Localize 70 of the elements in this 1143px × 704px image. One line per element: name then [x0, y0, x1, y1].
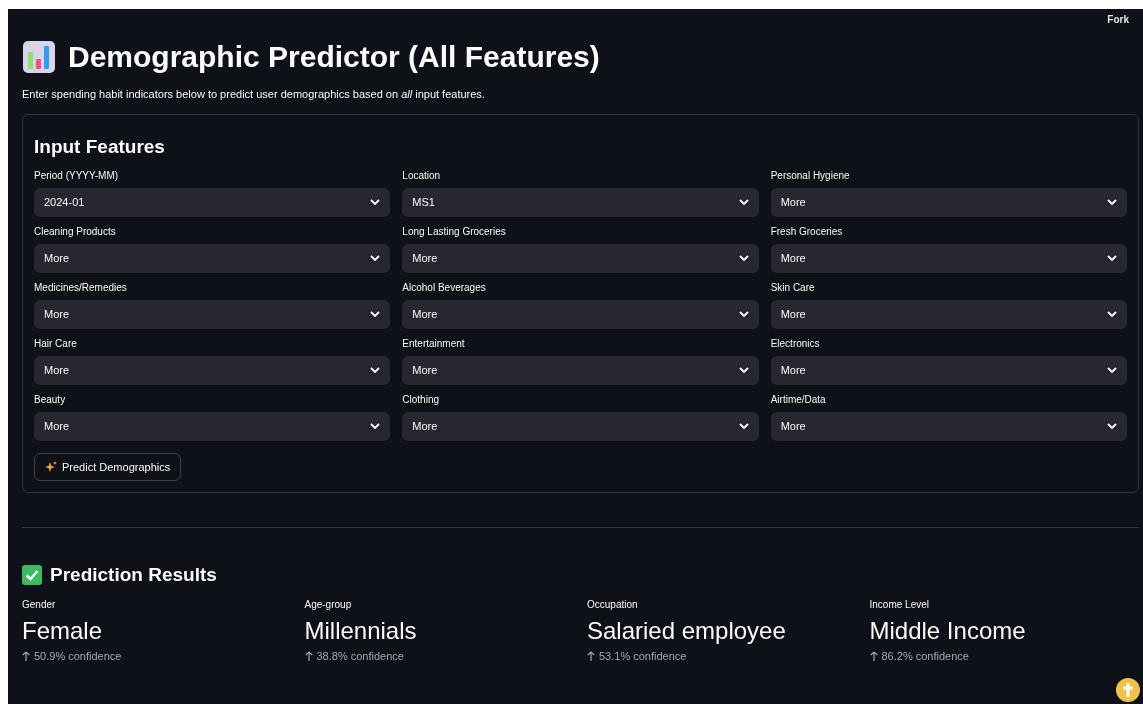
chevron-down-icon — [1107, 198, 1117, 206]
chevron-down-icon — [738, 198, 749, 206]
bar-chart-icon — [22, 39, 56, 74]
page-title: Demographic Predictor (All Features) — [68, 39, 600, 75]
field-label: Hair Care — [34, 336, 78, 351]
chevron-down-icon — [370, 254, 381, 262]
select-field[interactable]: More — [770, 299, 1127, 329]
field-label: Personal Hygiene — [770, 168, 851, 183]
metric-delta: 86.2% confidence — [881, 648, 969, 664]
field-label: Clothing — [402, 392, 441, 407]
subtitle-text: Enter spending habit indicators below to predict user demographics based on all input features. — [22, 86, 486, 102]
section-heading: Input Features — [34, 135, 166, 159]
field-label: Medicines/Remedies — [34, 280, 128, 295]
metric-label: Age-group — [304, 597, 353, 612]
chevron-down-icon — [1107, 310, 1117, 318]
sparkles-icon — [45, 460, 57, 473]
chevron-down-icon — [370, 422, 381, 430]
chevron-down-icon — [370, 198, 381, 206]
select-field[interactable]: More — [770, 411, 1127, 441]
select-field[interactable]: MS1 — [402, 187, 759, 217]
select-field[interactable]: More — [34, 243, 391, 273]
field-label: Entertainment — [402, 336, 466, 351]
select-field[interactable]: More — [34, 299, 391, 329]
field-label: Alcohol Beverages — [402, 280, 487, 295]
arrow-up-icon — [869, 650, 878, 661]
chevron-down-icon — [738, 422, 749, 430]
select-field[interactable]: More — [402, 411, 759, 441]
field-label: Cleaning Products — [34, 224, 117, 239]
chevron-down-icon — [370, 310, 381, 318]
select-field[interactable]: 2024-01 — [34, 187, 391, 217]
metric-delta: 53.1% confidence — [599, 648, 687, 664]
select-field[interactable]: More — [34, 411, 391, 441]
field-label: Electronics — [770, 336, 821, 351]
metric-delta: 50.9% confidence — [34, 648, 122, 664]
field-label: Long Lasting Groceries — [402, 224, 507, 239]
metric-value: Millennials — [304, 615, 418, 646]
field-label: Period (YYYY-MM) — [34, 168, 120, 183]
field-label: Fresh Groceries — [770, 224, 844, 239]
chevron-down-icon — [738, 366, 749, 374]
field-label: Location — [402, 168, 442, 183]
metric-value: Salaried employee — [587, 615, 787, 646]
chevron-down-icon — [1107, 366, 1117, 374]
field-label: Beauty — [34, 392, 67, 407]
select-field[interactable]: More — [402, 355, 759, 385]
metric-value: Middle Income — [869, 615, 1027, 646]
field-label: Skin Care — [770, 280, 816, 295]
chevron-down-icon — [738, 310, 749, 318]
chevron-down-icon — [1107, 422, 1117, 430]
metric-label: Gender — [22, 597, 57, 612]
arrow-up-icon — [587, 650, 595, 661]
chevron-down-icon — [1107, 254, 1117, 262]
predict-button[interactable]: Predict Demographics — [34, 452, 182, 481]
arrow-up-icon — [22, 650, 30, 661]
select-field[interactable]: More — [402, 299, 759, 329]
select-field[interactable]: More — [34, 355, 391, 385]
metric-delta: 38.8% confidence — [316, 648, 404, 664]
select-field[interactable]: More — [770, 355, 1127, 385]
metric-value: Female — [22, 615, 104, 646]
chevron-down-icon — [370, 366, 381, 374]
select-field[interactable]: More — [770, 243, 1127, 273]
metric-label: Income Level — [869, 597, 930, 612]
field-label: Airtime/Data — [770, 392, 827, 407]
arrow-up-icon — [304, 650, 313, 661]
checkmark-icon — [22, 564, 42, 585]
section-heading: Prediction Results — [50, 562, 217, 587]
select-field[interactable]: More — [770, 187, 1127, 217]
chevron-down-icon — [738, 254, 749, 262]
select-field[interactable]: More — [402, 243, 759, 273]
fork-link[interactable]: Fork — [1107, 12, 1129, 27]
metric-label: Occupation — [587, 597, 639, 612]
